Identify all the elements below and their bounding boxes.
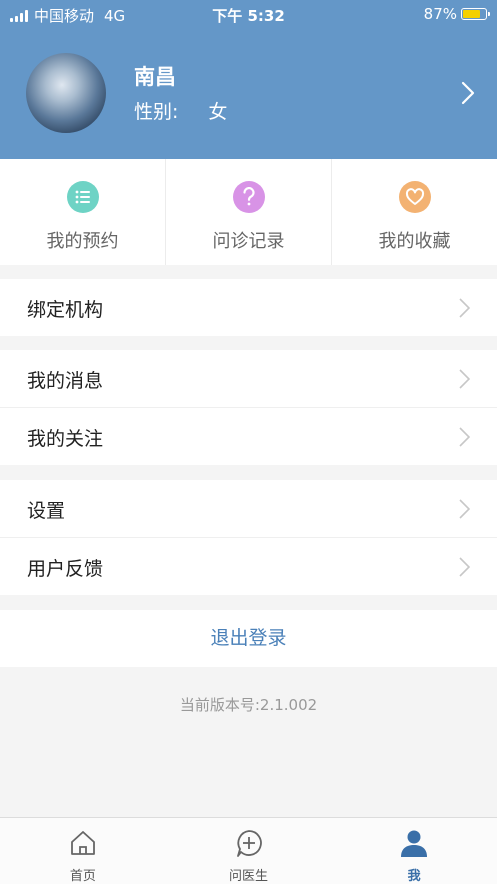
- profile-header[interactable]: 南昌 性别: 女: [0, 28, 497, 159]
- battery-icon: [461, 8, 490, 20]
- battery-percent: 87%: [423, 5, 457, 23]
- my-appointments-button[interactable]: 我的预约: [0, 159, 166, 265]
- chevron-right-icon: [459, 499, 470, 519]
- heart-icon: [398, 181, 431, 213]
- profile-gender: 性别: 女: [134, 97, 227, 124]
- question-icon: [232, 181, 265, 213]
- profile-name: 南昌: [134, 65, 176, 89]
- logout-button[interactable]: 退出登录: [0, 610, 497, 667]
- chevron-right-icon: [459, 369, 470, 389]
- chevron-right-icon: [459, 557, 470, 577]
- menu-item-label: 设置: [27, 500, 66, 522]
- chevron-right-icon: [459, 298, 470, 318]
- menu-item-my-follows[interactable]: 我的关注: [0, 408, 497, 465]
- menu-item-settings[interactable]: 设置: [0, 480, 497, 538]
- my-favorites-label: 我的收藏: [378, 231, 451, 252]
- quick-actions: 我的预约 问诊记录 我的收藏: [0, 159, 497, 265]
- my-appointments-label: 我的预约: [46, 231, 119, 252]
- menu-item-label: 绑定机构: [27, 299, 104, 321]
- status-bar: 中国移动 4G 下午 5:32 87%: [0, 0, 497, 28]
- gender-value: 女: [208, 101, 228, 123]
- tab-ask-doctor[interactable]: 问医生: [166, 818, 332, 884]
- menu-group-social: 我的消息 我的关注: [0, 350, 497, 465]
- menu-item-label: 我的关注: [27, 428, 104, 450]
- consultation-records-button[interactable]: 问诊记录: [166, 159, 332, 265]
- menu-item-label: 用户反馈: [27, 558, 104, 580]
- tab-me[interactable]: 我: [331, 818, 497, 884]
- tab-label: 我: [407, 869, 421, 884]
- menu-item-label: 我的消息: [27, 370, 104, 392]
- tab-label: 首页: [69, 869, 96, 884]
- chevron-right-icon[interactable]: [461, 81, 475, 105]
- status-time: 下午 5:32: [212, 7, 285, 25]
- ask-doctor-icon: [236, 830, 262, 857]
- menu-group-settings: 设置 用户反馈: [0, 480, 497, 595]
- home-icon: [70, 831, 95, 855]
- status-right: 87%: [423, 5, 490, 23]
- tab-home[interactable]: 首页: [0, 818, 166, 884]
- menu-item-bind-institution[interactable]: 绑定机构: [0, 279, 497, 336]
- my-favorites-button[interactable]: 我的收藏: [332, 159, 497, 265]
- chevron-right-icon: [459, 427, 470, 447]
- consultation-records-label: 问诊记录: [212, 231, 285, 252]
- menu-group-bind: 绑定机构: [0, 279, 497, 336]
- list-icon: [66, 181, 99, 213]
- user-icon: [401, 830, 428, 857]
- menu-item-feedback[interactable]: 用户反馈: [0, 538, 497, 595]
- tab-bar: 首页 问医生 我: [0, 817, 497, 884]
- menu-item-my-messages[interactable]: 我的消息: [0, 350, 497, 408]
- version-text: 当前版本号:2.1.002: [179, 696, 318, 714]
- tab-label: 问医生: [229, 869, 269, 884]
- avatar[interactable]: [26, 53, 106, 133]
- gender-label: 性别:: [134, 101, 179, 123]
